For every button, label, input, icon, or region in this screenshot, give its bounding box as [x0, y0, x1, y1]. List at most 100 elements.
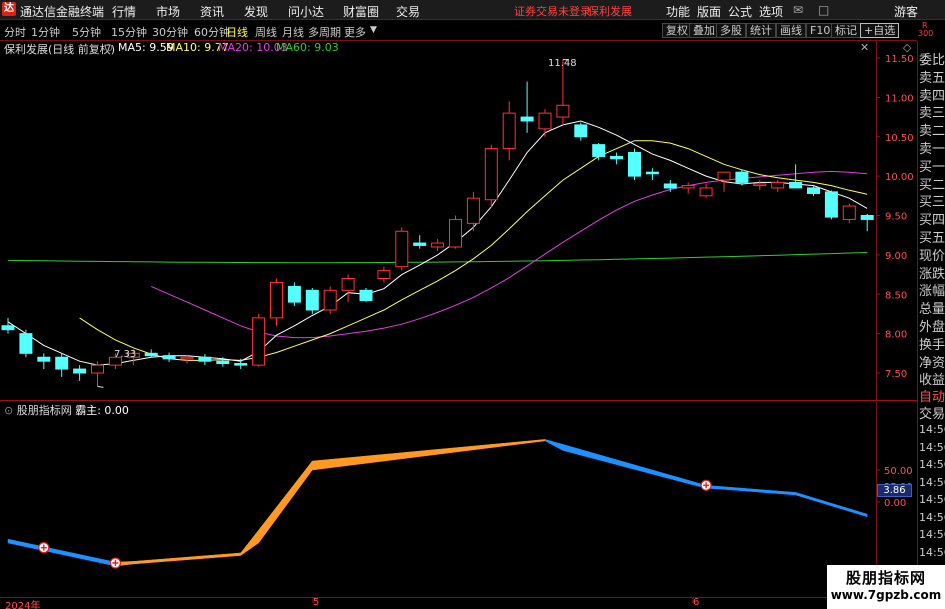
- candle-body: [681, 185, 695, 189]
- indicator-band-segment: [670, 474, 689, 484]
- watermark-title: 股朋指标网: [845, 569, 926, 587]
- indicator-band-segment: [652, 469, 671, 480]
- indicator-band-segment: [222, 552, 241, 558]
- kline-chart[interactable]: 11.50 11.00 10.50 10.00 9.50 9.00 8.50 8.00 7.50…: [0, 0, 945, 609]
- quote-label: 卖一: [919, 142, 945, 157]
- indicator-band-segment: [7, 538, 27, 548]
- indicator-band-segment: [419, 449, 438, 457]
- candle-body: [162, 355, 176, 360]
- candle-body: [55, 356, 69, 370]
- indicator-band-segment: [562, 444, 582, 456]
- quote-label: 买一: [919, 159, 945, 175]
- candle-body: [502, 112, 516, 150]
- trade-time: 14:56: [919, 545, 945, 559]
- indicator-band-segment: [79, 554, 98, 563]
- indicator-band-segment: [401, 450, 420, 460]
- candle-body: [735, 171, 749, 183]
- candle-body: [377, 270, 391, 279]
- quote-label: 委比: [919, 53, 945, 68]
- trade-label[interactable]: 交易: [919, 403, 945, 422]
- quote-label: 现价: [919, 248, 945, 264]
- indicator-band-segment: [795, 492, 814, 501]
- indicator-band-segment: [759, 489, 778, 494]
- candle-body: [252, 317, 266, 366]
- candle-body: [592, 144, 606, 157]
- indicator-band-segment: [455, 445, 474, 453]
- candle-body: [449, 218, 462, 248]
- quote-label: 买三: [919, 195, 945, 211]
- indicator-band-segment: [580, 449, 599, 461]
- candle-body: [538, 112, 552, 130]
- candle-body: [610, 155, 624, 160]
- candle-body: [198, 356, 212, 362]
- candle-body: [628, 152, 641, 177]
- trade-time: 14:56: [919, 440, 945, 454]
- price-tick-label: 9.00: [885, 251, 907, 262]
- indicator-sublabel: 霸主: 0.00: [75, 404, 129, 417]
- candle-body: [395, 230, 409, 268]
- indicator-band-segment: [294, 460, 313, 496]
- trade-time: 14:56: [919, 423, 945, 436]
- indicator-band-segment: [383, 452, 403, 462]
- candle-body: [663, 183, 677, 189]
- candle-body: [556, 104, 570, 118]
- candle-body: [484, 148, 498, 201]
- xaxis-year-label: 2024年: [5, 601, 41, 609]
- candle-body: [466, 197, 480, 224]
- indicator-band-segment: [598, 454, 617, 465]
- candle-body: [216, 360, 230, 365]
- indicator-band-segment: [204, 554, 224, 559]
- quote-label: 涨幅: [919, 284, 945, 300]
- quote-label: 涨跌: [919, 266, 945, 282]
- candle-body: [341, 278, 355, 291]
- indicator-band-segment: [508, 440, 528, 446]
- candle-body: [180, 356, 194, 360]
- quote-label: 卖二: [919, 124, 945, 140]
- candle-body: [359, 289, 373, 302]
- indicator-band-segment: [473, 444, 492, 451]
- watermark: 股朋指标网 www.7gpzb.com: [827, 565, 945, 609]
- indicator-settings-icon[interactable]: ⊙: [4, 404, 13, 417]
- candle-body: [234, 363, 248, 366]
- candle-body: [413, 242, 427, 246]
- indicator-current-value: 3.86: [877, 484, 912, 497]
- indicator-band-segment: [634, 464, 653, 475]
- quote-panel: 委比 卖五 卖四 卖三 卖二 卖一 买一 买二 买三 买四 买五 现价 涨跌 涨幅 总量 外盘 换手 净资 收益 自…: [917, 41, 945, 609]
- indicator-band-segment: [186, 555, 206, 560]
- indicator-band-segment: [437, 447, 456, 455]
- high-price-label: 11.48: [548, 58, 577, 69]
- indicator-band-segment: [849, 508, 868, 518]
- indicator-band-segment: [723, 486, 743, 492]
- price-tick-label: 11.50: [885, 54, 914, 65]
- indicator-band-segment: [61, 550, 80, 559]
- xaxis-june-label: 6: [693, 597, 700, 608]
- indicator-band-segment: [347, 455, 367, 466]
- candle-body: [574, 124, 588, 138]
- quote-label: 外盘: [919, 320, 945, 335]
- quote-label: 卖三: [919, 106, 945, 122]
- candle-body: [305, 289, 319, 311]
- candle-body: [520, 116, 534, 122]
- indicator-band-segment: [312, 459, 331, 471]
- price-tick-label: 9.50: [885, 212, 907, 223]
- price-tick-label: 10.50: [885, 133, 914, 144]
- candle-body: [37, 356, 51, 362]
- candle-body: [323, 289, 337, 311]
- trade-time: 14:56: [919, 475, 945, 489]
- quote-label: 买二: [919, 177, 945, 193]
- indicator-band-segment: [258, 506, 277, 544]
- candle-body: [807, 187, 820, 194]
- indicator-band-segment: [777, 490, 796, 496]
- candle-body: [144, 352, 158, 357]
- trade-time: 14:56: [919, 528, 945, 541]
- quote-label: 买五: [919, 231, 945, 246]
- indicator-band-segment: [365, 454, 385, 464]
- watermark-url: www.7gpzb.com: [830, 588, 942, 602]
- price-tick-label: 8.00: [885, 330, 907, 341]
- indicator-band-segment: [133, 559, 152, 565]
- indicator-band-segment: [831, 502, 850, 512]
- trade-time: 14:56: [919, 510, 945, 524]
- price-tick-label: 10.00: [885, 172, 914, 183]
- ma60-line: [7, 252, 868, 264]
- low-price-label: 7.33: [114, 349, 137, 360]
